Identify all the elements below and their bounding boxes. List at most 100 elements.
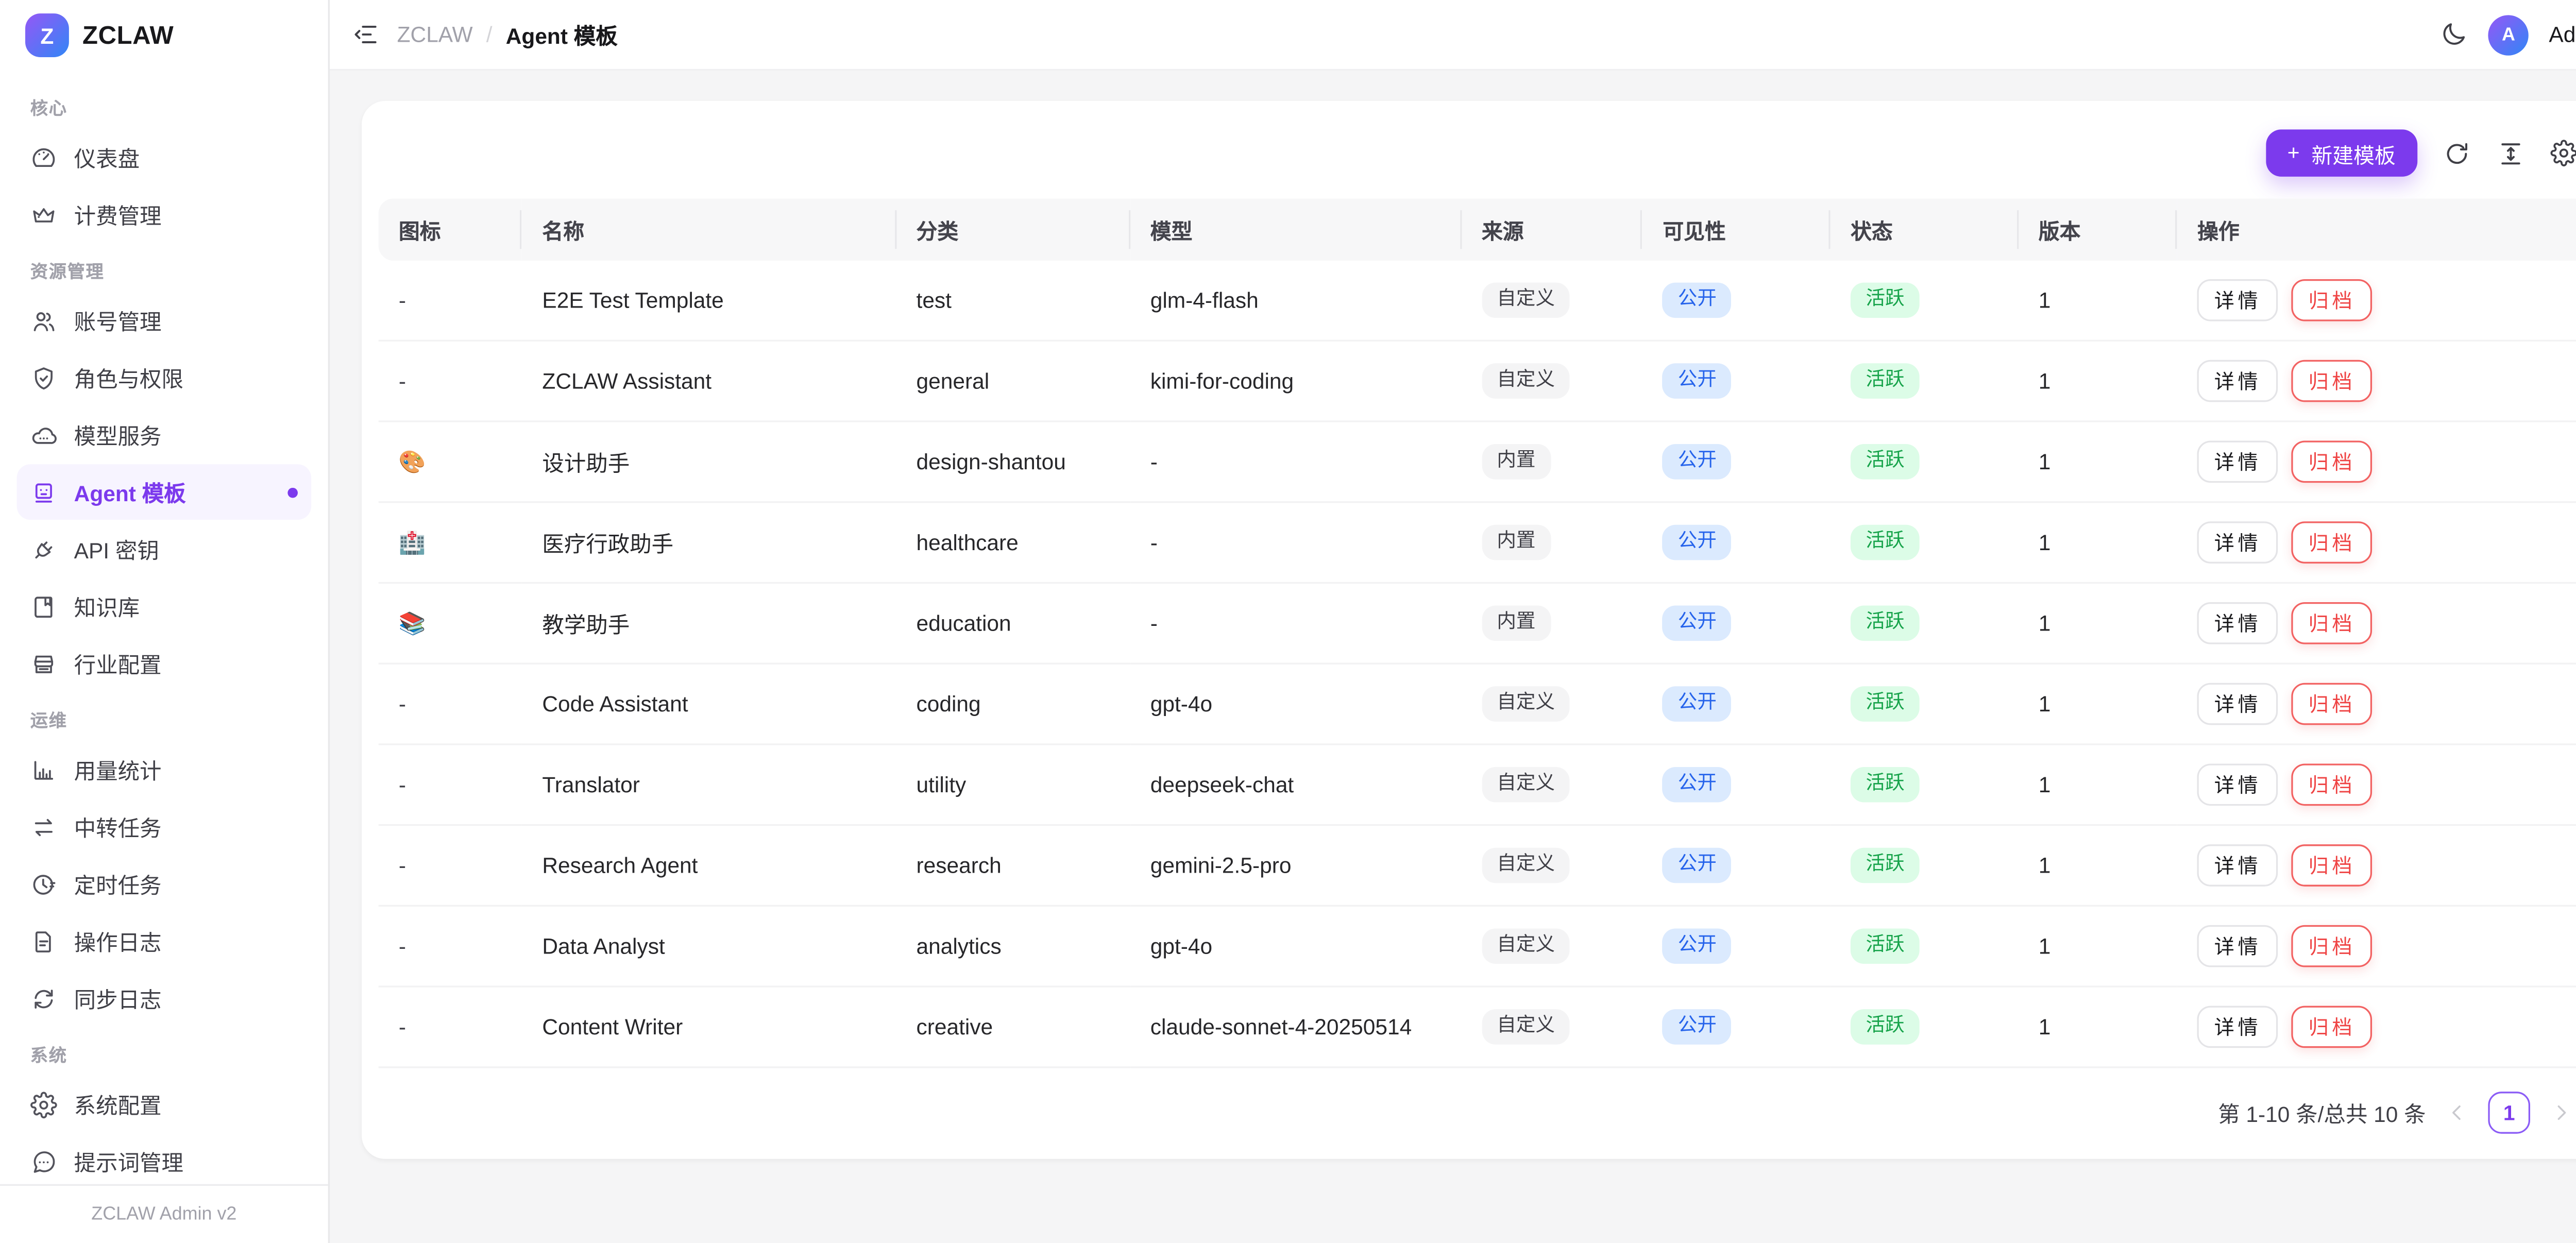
column-header: 状态 bbox=[1831, 198, 2019, 261]
sidebar-item[interactable]: 行业配置 bbox=[17, 636, 311, 691]
archive-button[interactable]: 归档 bbox=[2292, 763, 2372, 806]
cell-icon: 🏥 bbox=[379, 502, 522, 583]
cell-actions: 详情归档 bbox=[2177, 906, 2576, 986]
sidebar: Z ZCLAW 核心仪表盘计费管理资源管理账号管理角色与权限模型服务Agent … bbox=[0, 0, 330, 1243]
cell-name: Content Writer bbox=[522, 986, 896, 1067]
breadcrumb-root[interactable]: ZCLAW bbox=[397, 22, 473, 47]
dark-mode-moon-icon[interactable] bbox=[2439, 20, 2468, 49]
detail-button[interactable]: 详情 bbox=[2197, 844, 2278, 887]
table-row: -ZCLAW Assistantgeneralkimi-for-coding自定… bbox=[379, 340, 2576, 421]
cell-name: Code Assistant bbox=[522, 663, 896, 744]
refresh-icon[interactable] bbox=[2443, 139, 2471, 167]
cell-name: Data Analyst bbox=[522, 906, 896, 986]
density-icon[interactable] bbox=[2497, 139, 2526, 167]
sidebar-item[interactable]: 知识库 bbox=[17, 578, 311, 634]
user-avatar[interactable]: A bbox=[2488, 14, 2529, 55]
column-header: 名称 bbox=[522, 198, 896, 261]
detail-button[interactable]: 详情 bbox=[2197, 925, 2278, 967]
archive-button[interactable]: 归档 bbox=[2292, 602, 2372, 644]
detail-button[interactable]: 详情 bbox=[2197, 763, 2278, 806]
user-name[interactable]: Admin bbox=[2549, 22, 2576, 47]
cell-category: utility bbox=[896, 744, 1130, 825]
sidebar-item[interactable]: 中转任务 bbox=[17, 799, 311, 855]
active-indicator-dot bbox=[287, 487, 298, 497]
sidebar-item[interactable]: 操作日志 bbox=[17, 913, 311, 969]
archive-button[interactable]: 归档 bbox=[2292, 683, 2372, 725]
table-settings-gear-icon[interactable] bbox=[2550, 140, 2576, 166]
sidebar-item-label: 账号管理 bbox=[74, 304, 162, 336]
sidebar-item[interactable]: 用量统计 bbox=[17, 742, 311, 797]
sidebar-item[interactable]: 仪表盘 bbox=[17, 129, 311, 185]
visibility-badge: 公开 bbox=[1663, 687, 1732, 721]
detail-button[interactable]: 详情 bbox=[2197, 279, 2278, 321]
sidebar-item-label: 角色与权限 bbox=[74, 362, 183, 394]
pagination-next-chevron-icon[interactable] bbox=[2549, 1100, 2574, 1126]
visibility-badge: 公开 bbox=[1663, 364, 1732, 398]
archive-button[interactable]: 归档 bbox=[2292, 279, 2372, 321]
pagination-prev-chevron-icon[interactable] bbox=[2444, 1100, 2469, 1126]
table-row: -Translatorutilitydeepseek-chat自定义公开活跃1详… bbox=[379, 744, 2576, 825]
sidebar-item-label: 行业配置 bbox=[74, 648, 162, 679]
archive-button[interactable]: 归档 bbox=[2292, 360, 2372, 402]
source-badge: 自定义 bbox=[1482, 929, 1570, 963]
topbar-right: A Admin bbox=[2439, 14, 2576, 55]
pagination-page-1[interactable]: 1 bbox=[2488, 1092, 2530, 1134]
cell-status: 活跃 bbox=[1831, 502, 2019, 583]
gauge-icon bbox=[30, 144, 57, 171]
collapse-sidebar-icon[interactable] bbox=[351, 20, 380, 49]
archive-button[interactable]: 归档 bbox=[2292, 1006, 2372, 1048]
sidebar-item[interactable]: 定时任务 bbox=[17, 856, 311, 912]
sidebar-section-label: 系统 bbox=[17, 1028, 311, 1077]
detail-button[interactable]: 详情 bbox=[2197, 683, 2278, 725]
sidebar-section-label: 运维 bbox=[17, 693, 311, 742]
cell-name: 教学助手 bbox=[522, 583, 896, 663]
sidebar-item[interactable]: Agent 模板 bbox=[17, 464, 311, 520]
cell-actions: 详情归档 bbox=[2177, 986, 2576, 1067]
cell-model: gemini-2.5-pro bbox=[1130, 825, 1462, 906]
sidebar-item[interactable]: 角色与权限 bbox=[17, 350, 311, 405]
sidebar-item-label: 系统配置 bbox=[74, 1088, 162, 1120]
table-row: 🏥医疗行政助手healthcare-内置公开活跃1详情归档 bbox=[379, 502, 2576, 583]
cell-visibility: 公开 bbox=[1642, 825, 1831, 906]
cell-category: creative bbox=[896, 986, 1130, 1067]
cell-visibility: 公开 bbox=[1642, 261, 1831, 340]
gear-icon bbox=[30, 1091, 57, 1118]
detail-button[interactable]: 详情 bbox=[2197, 360, 2278, 402]
pagination: 第 1-10 条/总共 10 条 1 bbox=[379, 1068, 2576, 1159]
new-template-button[interactable]: + 新建模板 bbox=[2265, 129, 2417, 176]
cell-model: - bbox=[1130, 502, 1462, 583]
detail-button[interactable]: 详情 bbox=[2197, 441, 2278, 483]
cell-source: 自定义 bbox=[1462, 986, 1642, 1067]
sidebar-item-label: 用量统计 bbox=[74, 754, 162, 786]
cell-version: 1 bbox=[2019, 663, 2177, 744]
archive-button[interactable]: 归档 bbox=[2292, 521, 2372, 564]
bar-chart-icon bbox=[30, 756, 57, 783]
document-icon bbox=[30, 928, 57, 955]
archive-button[interactable]: 归档 bbox=[2292, 925, 2372, 967]
cell-category: coding bbox=[896, 663, 1130, 744]
cell-version: 1 bbox=[2019, 340, 2177, 421]
sidebar-item[interactable]: 模型服务 bbox=[17, 407, 311, 463]
sidebar-item[interactable]: 计费管理 bbox=[17, 186, 311, 242]
detail-button[interactable]: 详情 bbox=[2197, 521, 2278, 564]
sidebar-item[interactable]: 账号管理 bbox=[17, 293, 311, 348]
archive-button[interactable]: 归档 bbox=[2292, 844, 2372, 887]
cell-icon: 🎨 bbox=[379, 421, 522, 502]
cell-name: E2E Test Template bbox=[522, 261, 896, 340]
cell-status: 活跃 bbox=[1831, 986, 2019, 1067]
cell-visibility: 公开 bbox=[1642, 340, 1831, 421]
detail-button[interactable]: 详情 bbox=[2197, 1006, 2278, 1048]
cell-category: general bbox=[896, 340, 1130, 421]
sidebar-item[interactable]: 提示词管理 bbox=[17, 1134, 311, 1184]
sidebar-item[interactable]: API 密钥 bbox=[17, 521, 311, 577]
cell-version: 1 bbox=[2019, 261, 2177, 340]
source-badge: 内置 bbox=[1482, 525, 1551, 560]
table-row: 📚教学助手education-内置公开活跃1详情归档 bbox=[379, 583, 2576, 663]
sidebar-item[interactable]: 同步日志 bbox=[17, 970, 311, 1026]
cell-category: analytics bbox=[896, 906, 1130, 986]
sidebar-item[interactable]: 系统配置 bbox=[17, 1077, 311, 1132]
detail-button[interactable]: 详情 bbox=[2197, 602, 2278, 644]
sidebar-section-label: 核心 bbox=[17, 81, 311, 130]
sidebar-item-label: 计费管理 bbox=[74, 198, 162, 230]
archive-button[interactable]: 归档 bbox=[2292, 441, 2372, 483]
